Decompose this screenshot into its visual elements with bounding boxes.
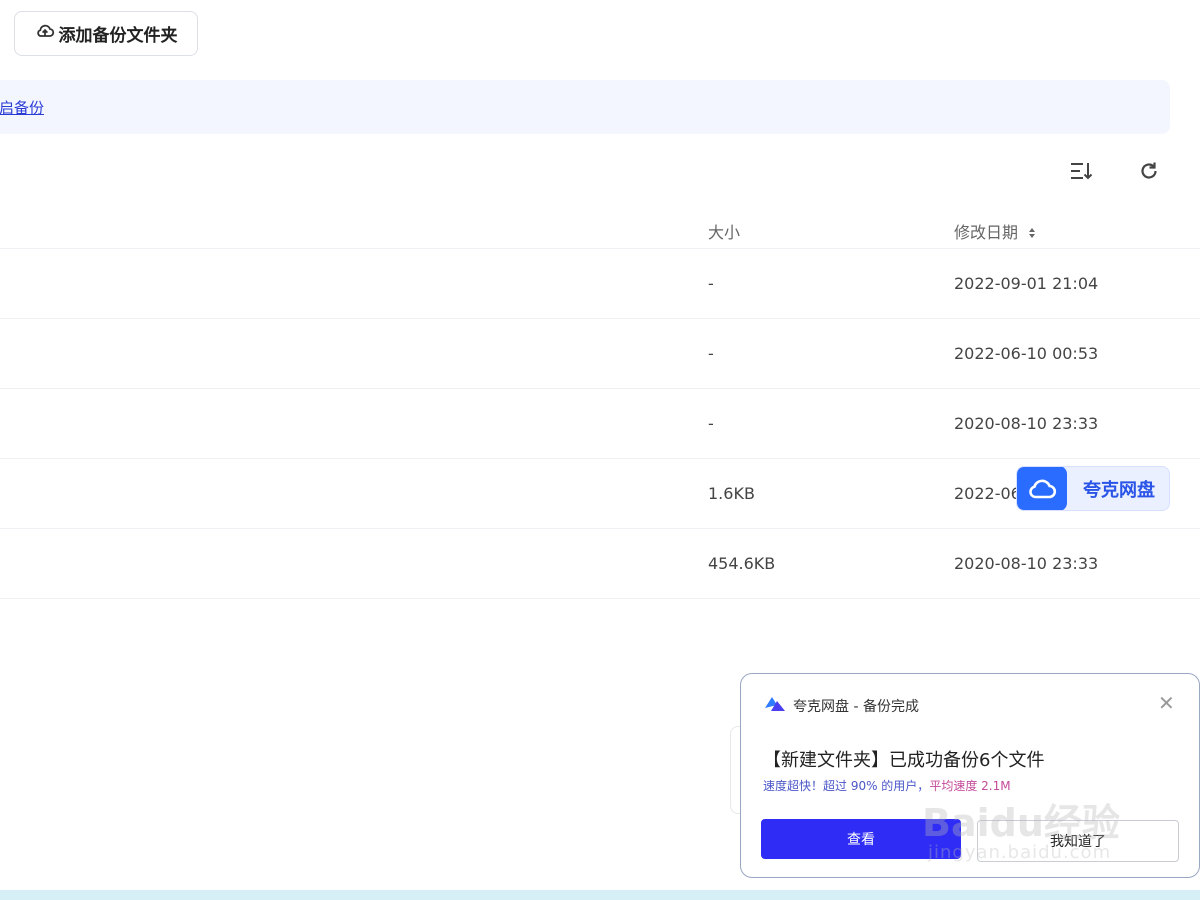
notification-title: 夸克网盘 - 备份完成 — [793, 699, 919, 715]
table-row[interactable]: - 2022-06-10 00:53 — [0, 319, 1200, 389]
row-size: 454.6KB — [708, 554, 776, 573]
sort-icon[interactable] — [1066, 156, 1096, 186]
taskbar-strip — [0, 890, 1200, 900]
row-date: 2022-09-01 21:04 — [954, 274, 1099, 293]
row-size: - — [708, 344, 714, 363]
quark-drive-float-button[interactable]: 夸克网盘 — [1016, 466, 1170, 511]
backup-page: 添加备份文件夹 启备份 大小 修改日期 - 2022-09-01 21:04 -… — [0, 0, 1200, 900]
quark-drive-label: 夸克网盘 — [1083, 479, 1155, 501]
notification-header: 夸克网盘 - 备份完成 — [763, 694, 919, 718]
baidu-watermark: Baidu经验 jingyan.baidu.com — [920, 790, 1140, 870]
subtext-start: 速度超快！超过 90% 的用户， — [763, 779, 930, 793]
enable-backup-link[interactable]: 启备份 — [0, 97, 44, 118]
table-row[interactable]: 454.6KB 2020-08-10 23:33 — [0, 529, 1200, 599]
watermark-url: jingyan.baidu.com — [928, 842, 1112, 863]
cloud-upload-icon — [35, 21, 55, 46]
row-date: 2022-06-10 00:53 — [954, 344, 1099, 363]
close-icon[interactable]: ✕ — [1158, 693, 1175, 713]
row-date: 2022-06 — [954, 484, 1021, 503]
add-backup-folder-label: 添加备份文件夹 — [58, 26, 178, 46]
refresh-icon[interactable] — [1134, 156, 1164, 186]
table-header: 大小 修改日期 — [0, 205, 1200, 249]
notification-message: 【新建文件夹】已成功备份6个文件 — [763, 750, 1045, 771]
quark-cloud-icon — [1017, 467, 1067, 510]
size-column-header[interactable]: 大小 — [708, 219, 740, 243]
date-column-header[interactable]: 修改日期 — [954, 219, 1036, 243]
row-date: 2020-08-10 23:33 — [954, 554, 1099, 573]
row-size: - — [708, 414, 714, 433]
table-row[interactable]: - 2022-09-01 21:04 — [0, 249, 1200, 319]
sort-arrows-icon — [1028, 224, 1036, 243]
row-size: 1.6KB — [708, 484, 755, 503]
add-backup-folder-button[interactable]: 添加备份文件夹 — [14, 11, 198, 56]
row-date: 2020-08-10 23:33 — [954, 414, 1099, 433]
file-list: - 2022-09-01 21:04 - 2022-06-10 00:53 - … — [0, 249, 1200, 599]
watermark-brand: Baidu经验 — [922, 801, 1120, 845]
quark-logo-icon — [763, 694, 787, 718]
row-size: - — [708, 274, 714, 293]
backup-banner: 启备份 — [0, 80, 1170, 134]
table-row[interactable]: - 2020-08-10 23:33 — [0, 389, 1200, 459]
date-column-label: 修改日期 — [954, 223, 1019, 242]
